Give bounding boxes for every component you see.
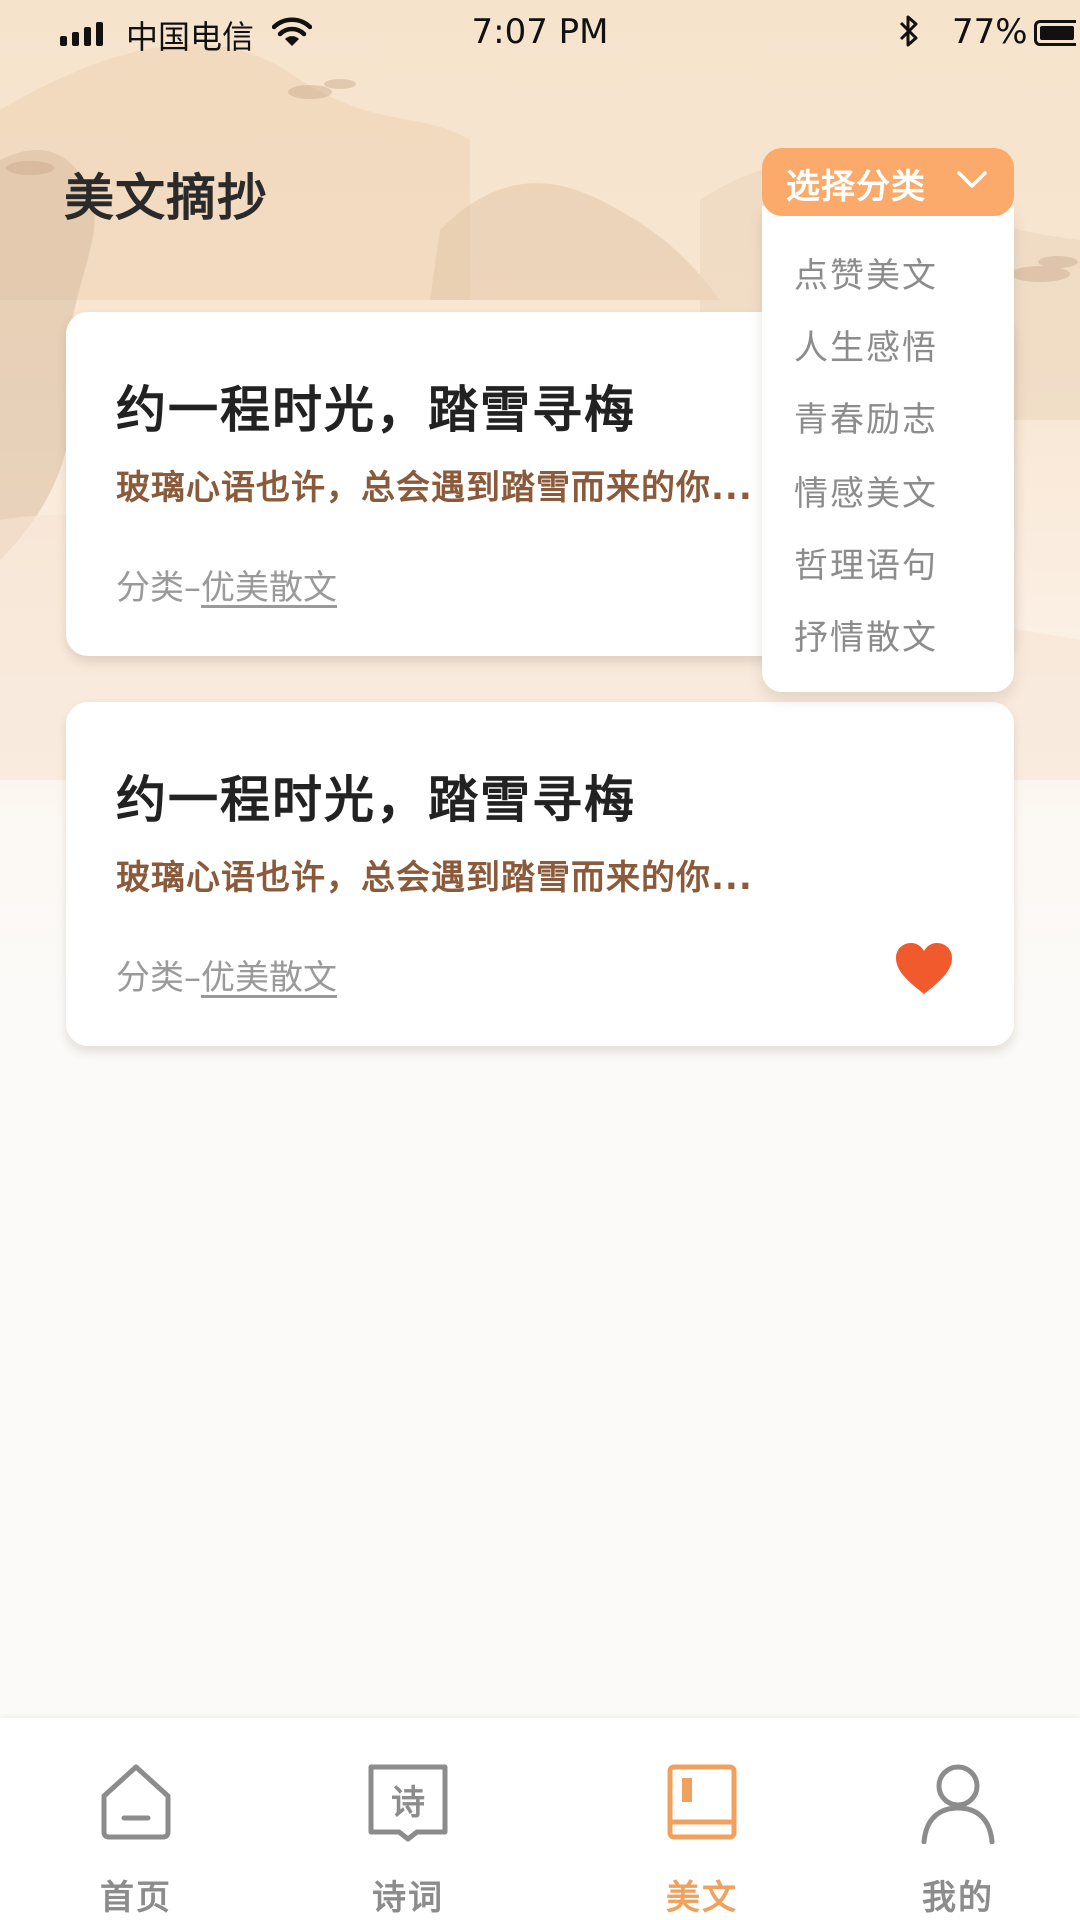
tab-label: 首页 — [100, 1878, 172, 1918]
dropdown-option[interactable]: 情感美文 — [794, 466, 938, 515]
article-title[interactable]: 约一程时光，踏雪寻梅 — [116, 760, 636, 832]
tab-articles[interactable]: 美文 — [612, 1718, 792, 1920]
article-category: 分类–优美散文 — [116, 560, 337, 609]
category-select-label: 选择分类 — [786, 167, 926, 207]
dropdown-option[interactable]: 青春励志 — [794, 392, 938, 441]
bottom-tab-bar: 首页 诗 诗词 美文 我的 — [0, 1718, 1080, 1920]
status-bar: 中国电信 7:07 PM 77% — [0, 0, 1080, 70]
category-dropdown-menu: 点赞美文 人生感悟 青春励志 情感美文 哲理语句 抒情散文 — [762, 206, 1014, 692]
battery-icon — [1034, 20, 1076, 46]
category-select-button[interactable]: 选择分类 — [762, 148, 1014, 216]
tab-home[interactable]: 首页 — [46, 1718, 226, 1920]
category-link[interactable]: 优美散文 — [201, 958, 337, 998]
poetry-book-icon: 诗 — [368, 1764, 448, 1842]
svg-text:诗: 诗 — [391, 1783, 425, 1823]
home-icon — [101, 1764, 171, 1840]
dropdown-option[interactable]: 哲理语句 — [794, 538, 938, 587]
tab-me[interactable]: 我的 — [868, 1718, 1048, 1920]
user-icon — [921, 1764, 995, 1844]
category-prefix: 分类– — [116, 958, 201, 998]
article-category: 分类–优美散文 — [116, 950, 337, 999]
article-card[interactable]: 约一程时光，踏雪寻梅 玻璃心语也许，总会遇到踏雪而来的你... 分类–优美散文 — [66, 702, 1014, 1046]
bluetooth-icon — [899, 15, 918, 47]
tab-label: 我的 — [922, 1878, 994, 1918]
dropdown-option[interactable]: 人生感悟 — [794, 320, 938, 369]
dropdown-option[interactable]: 抒情散文 — [794, 610, 938, 659]
tab-poetry[interactable]: 诗 诗词 — [318, 1718, 498, 1920]
page-title: 美文摘抄 — [64, 169, 268, 227]
dropdown-option[interactable]: 点赞美文 — [794, 248, 938, 297]
article-excerpt: 玻璃心语也许，总会遇到踏雪而来的你... — [116, 468, 753, 508]
chevron-down-icon — [957, 171, 987, 188]
article-title[interactable]: 约一程时光，踏雪寻梅 — [116, 370, 636, 442]
article-excerpt: 玻璃心语也许，总会遇到踏雪而来的你... — [116, 858, 753, 898]
category-link[interactable]: 优美散文 — [201, 568, 337, 608]
tab-label: 美文 — [666, 1878, 738, 1918]
tab-label: 诗词 — [372, 1878, 444, 1918]
battery-percentage: 77% — [952, 12, 1028, 52]
heart-icon[interactable] — [894, 942, 954, 996]
category-prefix: 分类– — [116, 568, 201, 608]
book-icon — [667, 1764, 737, 1840]
